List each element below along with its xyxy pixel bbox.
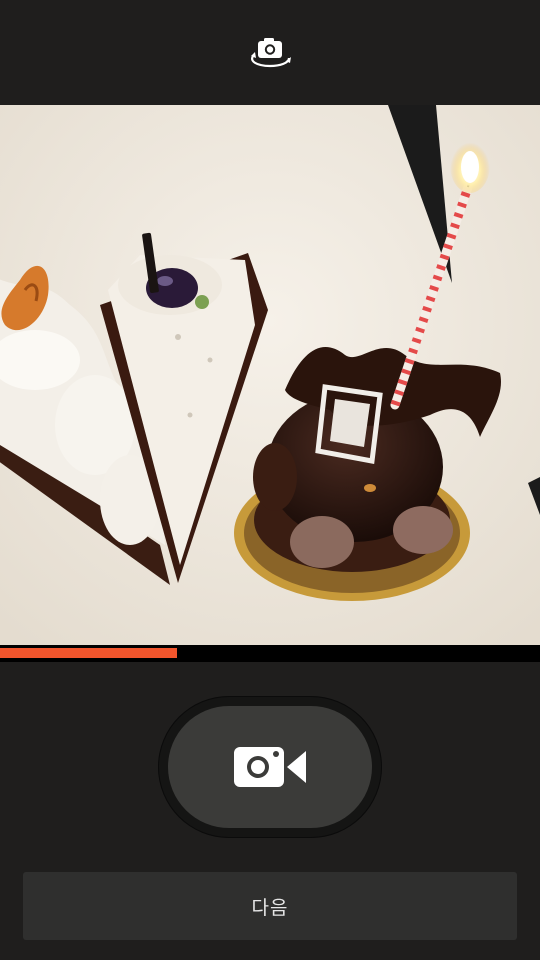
record-button[interactable]	[168, 706, 372, 828]
camera-viewfinder[interactable]	[0, 105, 540, 645]
photo-video-icon	[234, 747, 306, 787]
camera-preview-image	[0, 105, 540, 645]
top-bar	[0, 0, 540, 105]
recording-progress-bar	[0, 645, 540, 662]
camera-switch-icon	[251, 37, 291, 67]
recording-progress-fill	[0, 648, 177, 658]
switch-camera-button[interactable]	[240, 28, 300, 78]
next-button[interactable]: 다음	[23, 872, 517, 940]
next-button-label: 다음	[251, 896, 289, 919]
capture-controls: 다음	[0, 662, 540, 960]
record-button-ring	[158, 696, 382, 838]
